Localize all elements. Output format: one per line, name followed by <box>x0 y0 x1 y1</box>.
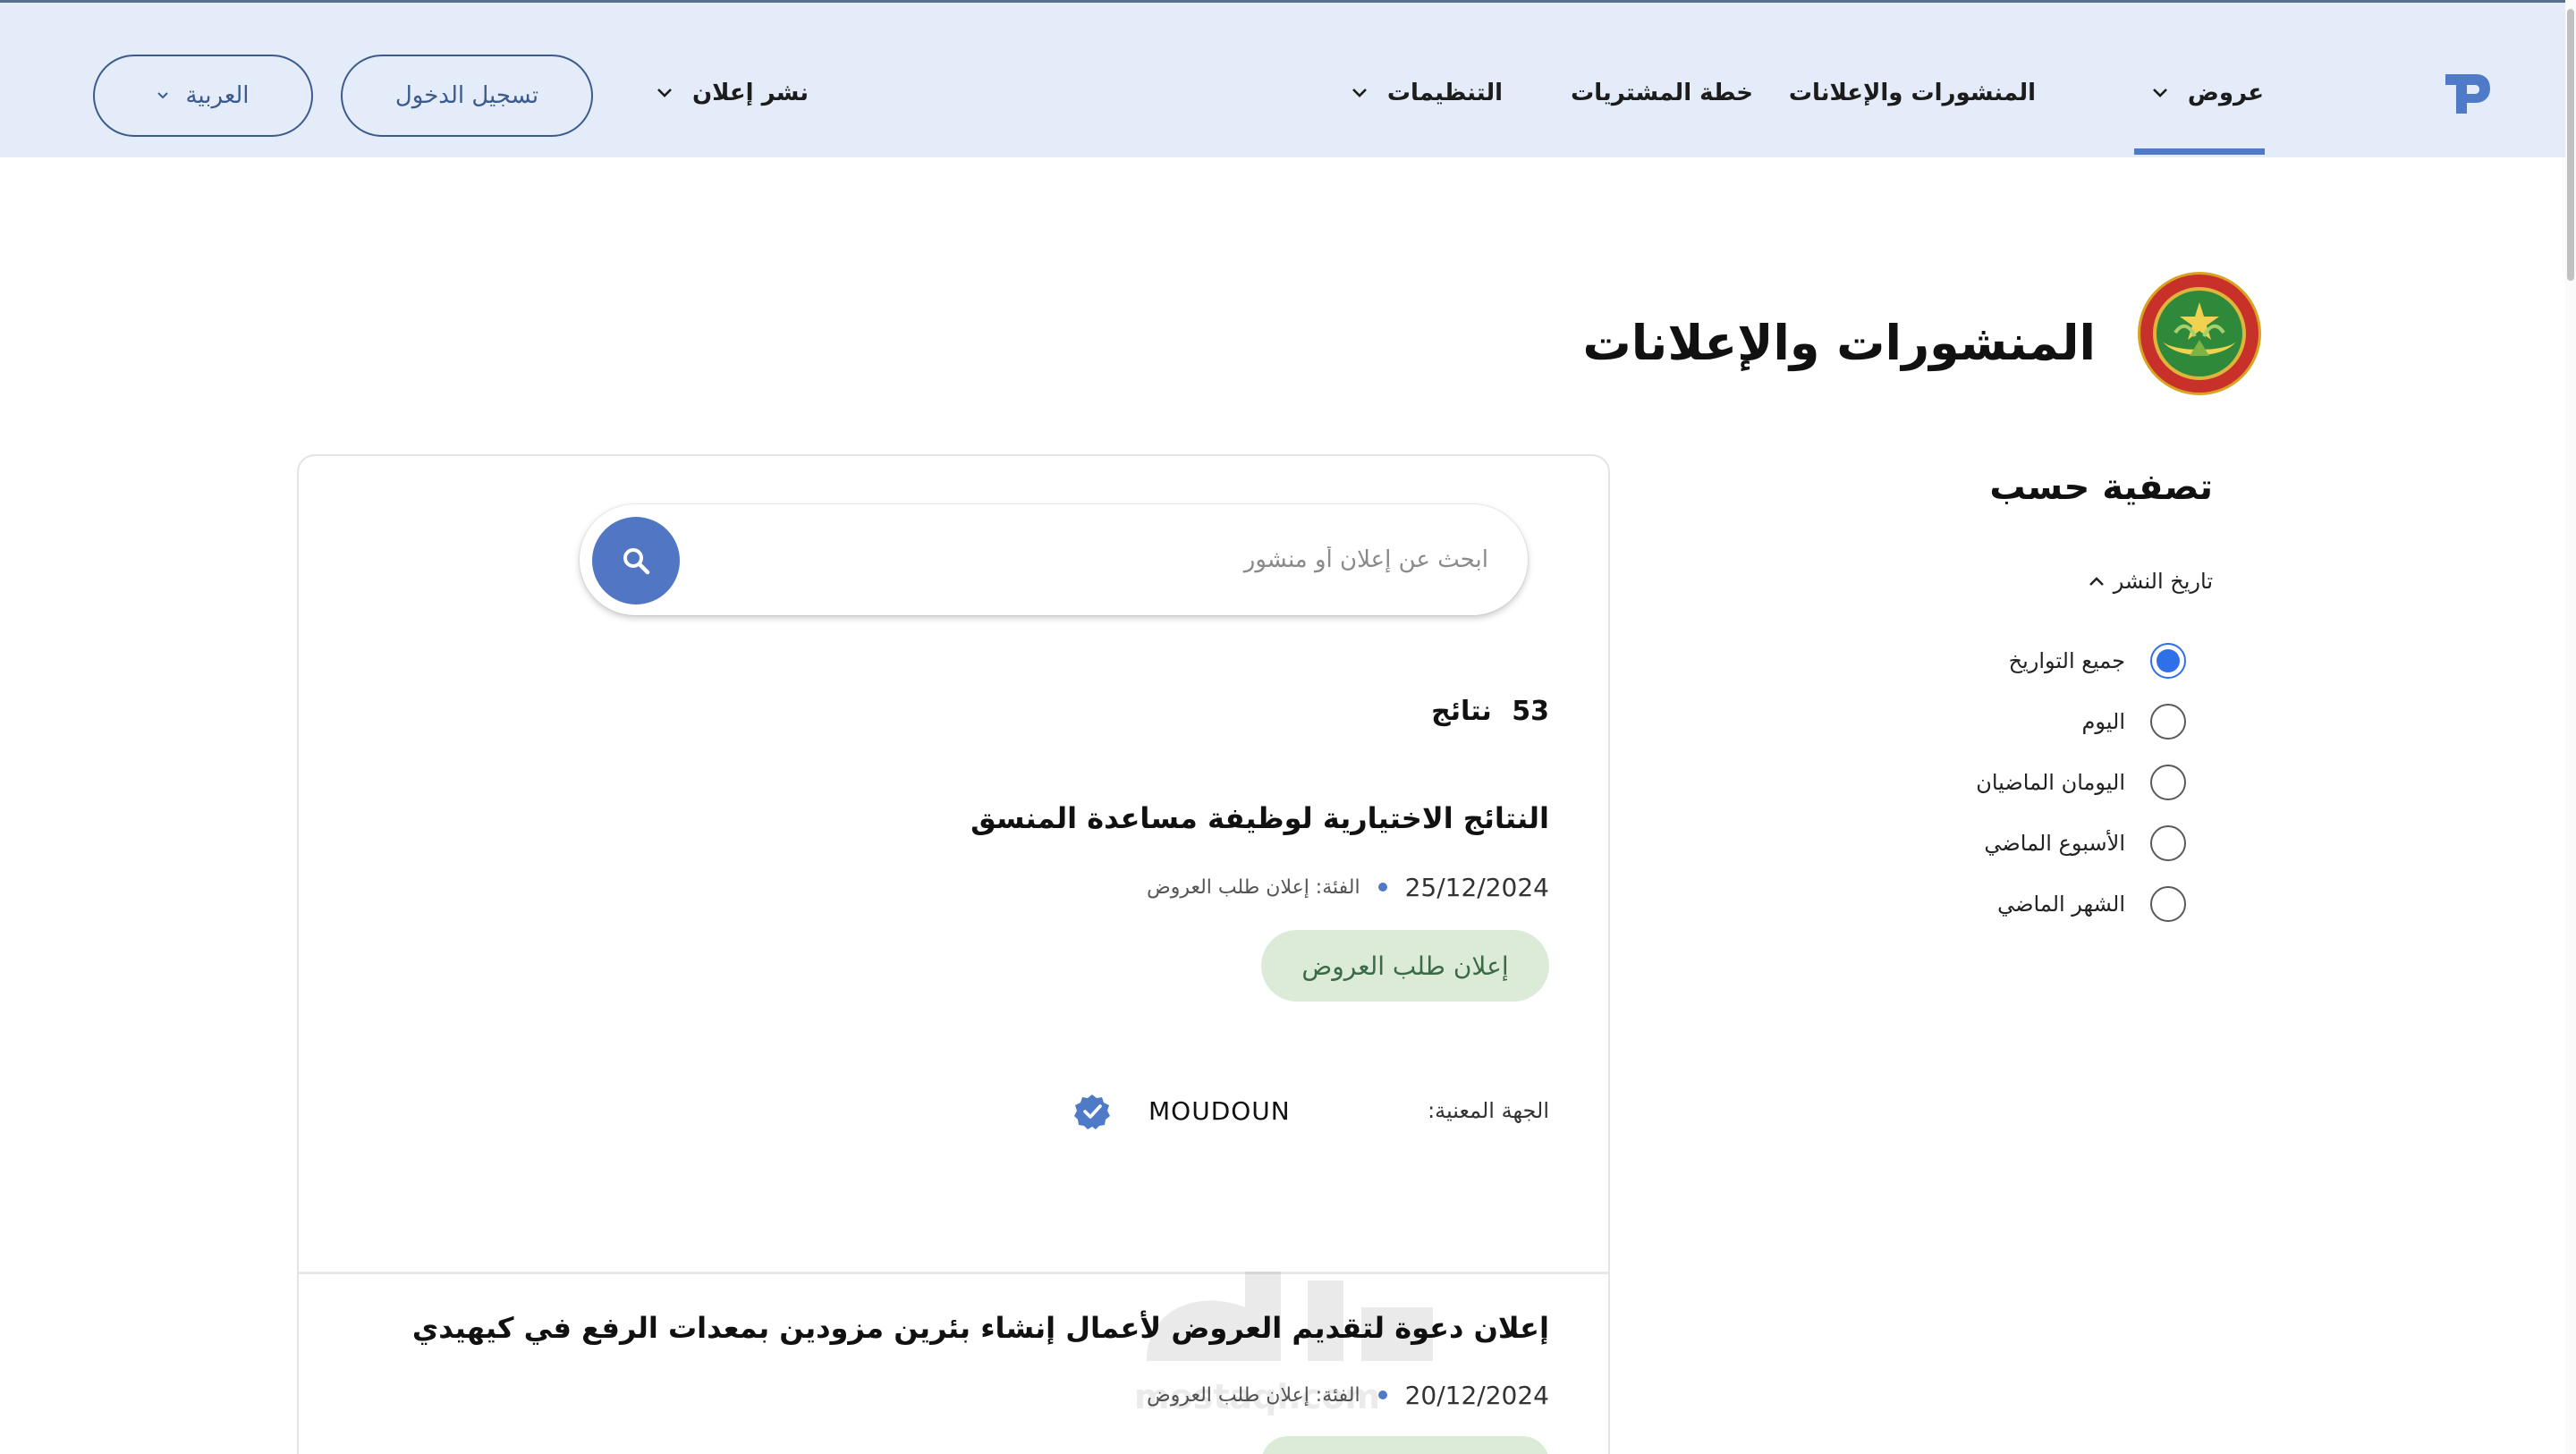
entity-label: الجهة المعنية: <box>1428 1098 1549 1123</box>
result-item-tag-label: إعلان طلب العروض <box>1301 951 1509 981</box>
chevron-down-icon <box>1352 89 1367 97</box>
radio-button[interactable] <box>2150 704 2186 740</box>
filter-option-label: الأسبوع الماضي <box>1984 831 2125 856</box>
nav-procurement-plan-label: خطة المشتريات <box>1571 80 1753 106</box>
filter-option-label: اليوم <box>2081 709 2125 734</box>
login-button-label: تسجيل الدخول <box>394 82 539 109</box>
filter-option-last-two-days[interactable]: اليومان الماضيان <box>1976 762 2186 803</box>
search-bar <box>580 504 1528 615</box>
language-selector-label: العربية <box>185 82 250 109</box>
nav-regulations-label: التنظيمات <box>1386 80 1503 106</box>
results-count: 53 نتائج <box>1431 696 1549 727</box>
results-count-number: 53 <box>1512 696 1549 727</box>
language-selector[interactable]: العربية <box>93 55 313 137</box>
nav-regulations[interactable]: التنظيمات <box>1352 71 1503 115</box>
scrollbar-thumb[interactable] <box>2567 9 2574 281</box>
nav-publications[interactable]: المنشورات والإعلانات <box>1789 71 2036 115</box>
filter-option-today[interactable]: اليوم <box>2082 701 2186 742</box>
result-item-tag[interactable] <box>1261 1436 1549 1454</box>
result-item-meta: 25/12/2024 الفئة: إعلان طلب العروض <box>1147 869 1549 905</box>
result-item-tag[interactable]: إعلان طلب العروض <box>1261 930 1549 1002</box>
filter-option-last-month[interactable]: الشهر الماضي <box>1997 883 2186 925</box>
filter-option-all-dates[interactable]: جميع التواريخ <box>2009 640 2186 681</box>
chevron-down-icon <box>657 89 672 97</box>
watermark-text: mostaql.com <box>1134 1377 1381 1416</box>
results-count-label: نتائج <box>1431 696 1492 727</box>
filter-option-label: اليومان الماضيان <box>1976 770 2125 795</box>
top-nav-bar: عروض المنشورات والإعلانات خطة المشتريات … <box>0 0 2565 157</box>
search-input[interactable] <box>701 531 1488 588</box>
filter-publish-date-toggle[interactable]: تاريخ النشر <box>2089 569 2213 594</box>
filter-group-label: تاريخ النشر <box>2113 569 2213 594</box>
search-button[interactable] <box>592 517 680 604</box>
nav-publications-label: المنشورات والإعلانات <box>1788 80 2036 106</box>
radio-button[interactable] <box>2150 886 2186 922</box>
active-nav-indicator <box>2134 148 2265 155</box>
filter-title: تصفية حسب <box>1989 467 2213 508</box>
nav-post-ad[interactable]: نشر إعلان <box>657 71 809 115</box>
entity-name[interactable]: MOUDOUN <box>1148 1096 1291 1126</box>
chevron-down-icon <box>2153 89 2167 97</box>
chevron-down-icon <box>157 92 169 99</box>
nav-offers[interactable]: عروض <box>2152 71 2264 115</box>
separator-dot <box>1377 883 1387 892</box>
national-emblem-icon <box>2138 272 2261 395</box>
result-item-category: الفئة: إعلان طلب العروض <box>1147 875 1360 899</box>
nav-post-ad-label: نشر إعلان <box>691 80 809 106</box>
radio-button[interactable] <box>2150 643 2186 679</box>
login-button[interactable]: تسجيل الدخول <box>341 55 593 137</box>
radio-button[interactable] <box>2150 765 2186 800</box>
filter-option-last-week[interactable]: الأسبوع الماضي <box>1984 823 2186 864</box>
result-item-title[interactable]: النتائج الاختيارية لوظيفة مساعدة المنسق <box>970 801 1549 835</box>
filter-option-label: الشهر الماضي <box>1997 892 2125 917</box>
verified-badge-icon <box>1074 1095 1110 1129</box>
page-title: المنشورات والإعلانات <box>1582 315 2097 371</box>
search-icon <box>623 548 650 575</box>
radio-button[interactable] <box>2150 825 2186 861</box>
nav-offers-label: عروض <box>2187 80 2264 106</box>
site-logo-icon[interactable] <box>2442 71 2492 117</box>
result-item-date: 25/12/2024 <box>1404 872 1549 902</box>
nav-procurement-plan[interactable]: خطة المشتريات <box>1571 71 1753 115</box>
chevron-up-icon <box>2089 577 2104 586</box>
filter-option-label: جميع التواريخ <box>2008 648 2125 673</box>
